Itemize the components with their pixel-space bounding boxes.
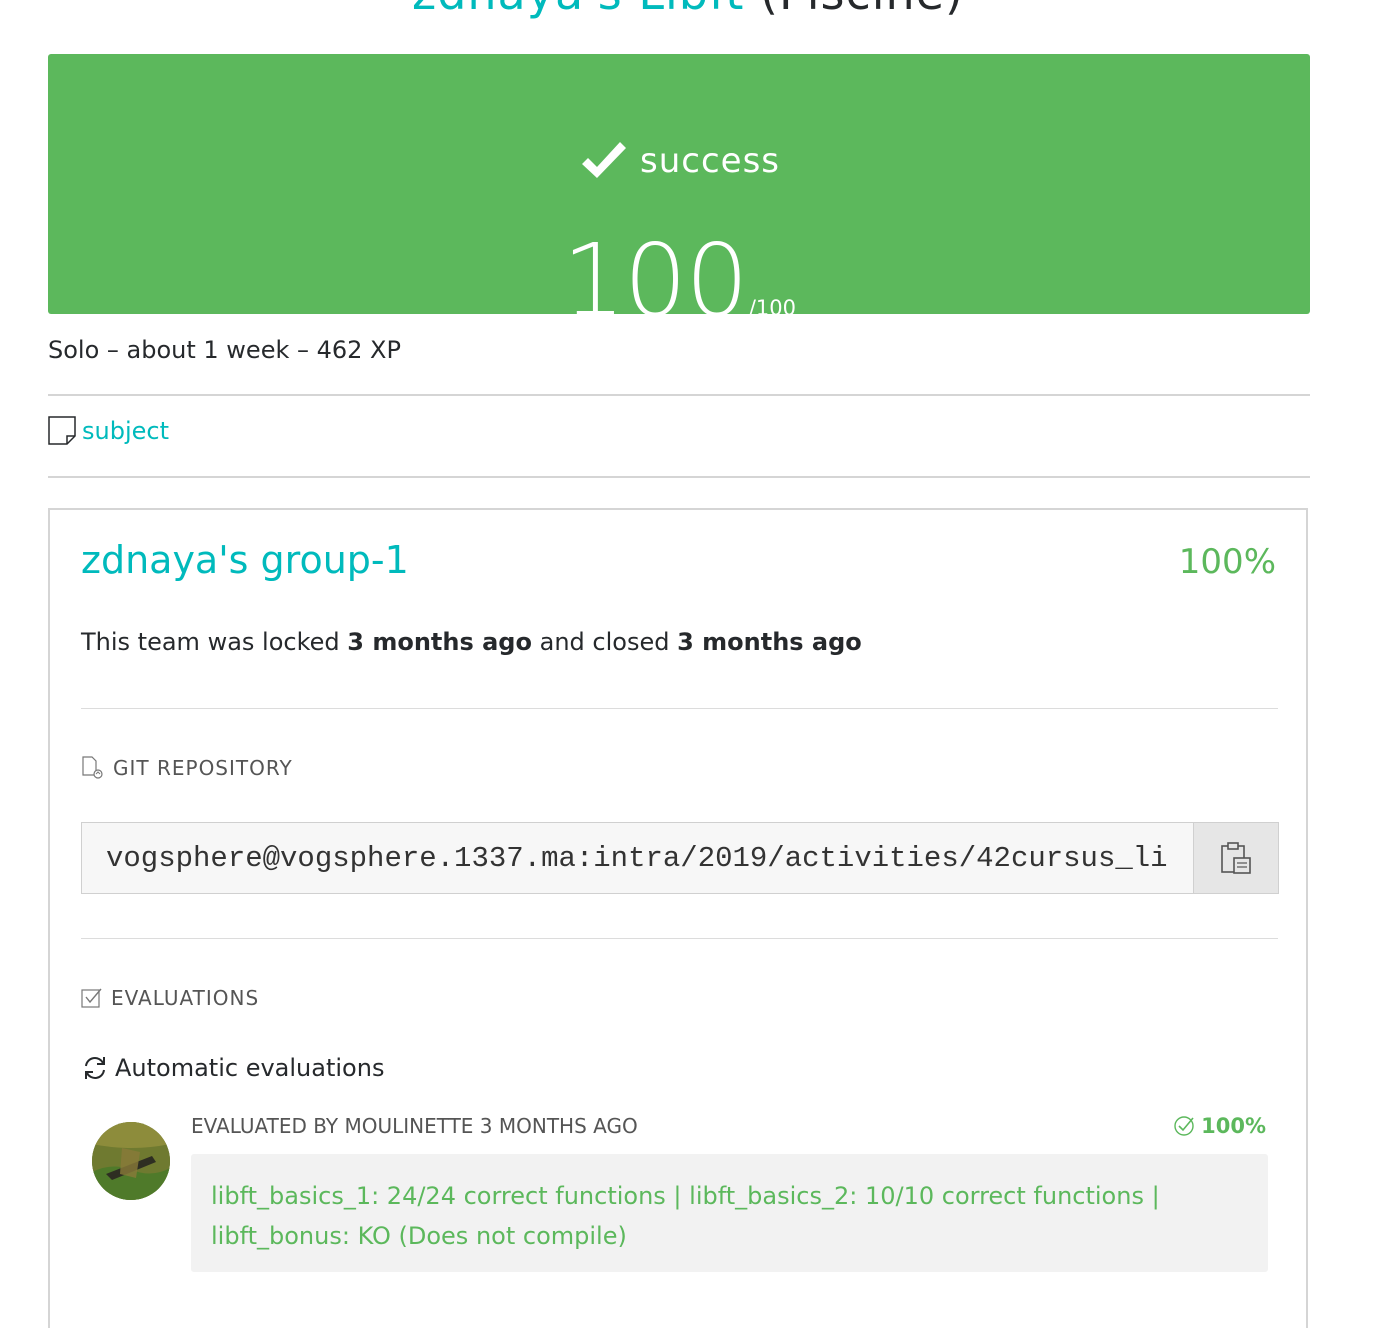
checkmark-icon <box>582 142 626 178</box>
score-max: /100 <box>748 296 797 320</box>
closed-ago: 3 months ago <box>677 628 862 656</box>
subject-label[interactable]: subject <box>82 417 169 445</box>
team-name[interactable]: zdnaya's group-1 <box>81 538 409 582</box>
git-repository-label: GIT REPOSITORY <box>113 756 293 780</box>
automatic-evaluations-heading: Automatic evaluations <box>81 1054 384 1082</box>
repository-url-box <box>81 822 1279 894</box>
repository-file-icon <box>82 756 103 779</box>
final-score: 100 <box>561 222 749 339</box>
automatic-evaluations-label: Automatic evaluations <box>115 1054 385 1082</box>
evaluation-result: libft_basics_1: 24/24 correct functions … <box>191 1154 1268 1272</box>
project-title-suffix: (Piscine) <box>760 0 964 20</box>
check-circle-icon <box>1174 1116 1194 1136</box>
evaluations-label: EVALUATIONS <box>111 986 260 1010</box>
status-label: success <box>640 141 780 181</box>
status-row: success <box>48 138 1310 184</box>
score-row: 100 /100 <box>48 226 1310 336</box>
divider <box>48 476 1310 478</box>
divider <box>48 394 1310 396</box>
evaluator-label: EVALUATED BY MOULINETTE 3 MONTHS AGO <box>191 1114 638 1138</box>
team-percent: 100% <box>1178 542 1276 582</box>
moulinette-avatar-icon <box>92 1122 170 1200</box>
evaluator-avatar[interactable] <box>92 1122 170 1200</box>
subject-link[interactable]: subject <box>48 416 169 446</box>
divider <box>81 708 1278 709</box>
evaluation-score: 100% <box>1173 1114 1266 1138</box>
copy-url-button[interactable] <box>1193 823 1278 893</box>
locked-ago: 3 months ago <box>347 628 532 656</box>
page-title: zdnaya's Libft (Piscine) <box>0 0 1376 20</box>
team-lock-status: This team was locked 3 months ago and cl… <box>81 628 862 656</box>
repository-url-input[interactable] <box>82 823 1193 893</box>
evaluation-percent: 100% <box>1201 1114 1266 1138</box>
lock-prefix: This team was locked <box>81 628 340 656</box>
refresh-icon <box>85 1057 105 1079</box>
team-panel: zdnaya's group-1 100% This team was lock… <box>48 508 1308 1328</box>
project-title[interactable]: zdnaya's Libft <box>412 0 744 20</box>
clipboard-icon <box>1221 842 1251 874</box>
git-repository-heading: GIT REPOSITORY <box>81 756 293 780</box>
document-icon <box>48 416 76 445</box>
divider <box>81 938 1278 939</box>
lock-middle: and closed <box>539 628 670 656</box>
checkbox-icon <box>81 988 102 1008</box>
evaluations-heading: EVALUATIONS <box>81 986 259 1010</box>
project-meta: Solo – about 1 week – 462 XP <box>48 336 401 364</box>
result-banner: success 100 /100 <box>48 54 1310 336</box>
